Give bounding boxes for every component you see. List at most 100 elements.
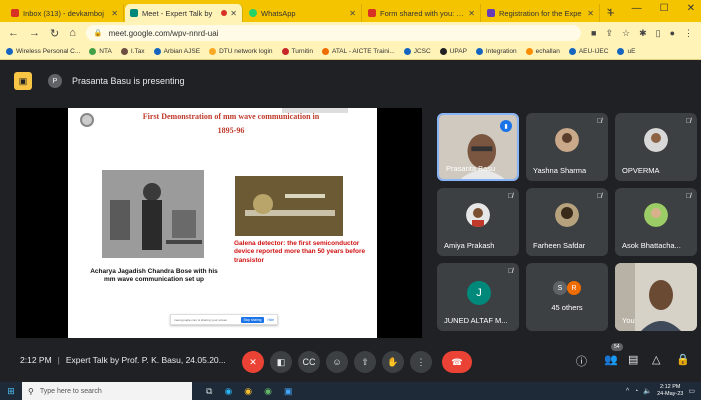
close-tab-icon[interactable]: ✕: [468, 9, 475, 18]
address-bar[interactable]: 🔒 meet.google.com/wpv-nnrd-uai: [85, 25, 581, 41]
reload-icon[interactable]: ↻: [50, 27, 59, 40]
close-window-icon[interactable]: ✕: [687, 3, 695, 14]
taskbar-clock[interactable]: 2:12 PM 24-May-23: [657, 384, 683, 397]
emoji-button[interactable]: ☺: [326, 351, 348, 373]
meeting-info: 2:12 PM | Expert Talk by Prof. P. K. Basu,…: [20, 355, 226, 365]
back-icon[interactable]: ←: [8, 27, 19, 39]
present-icon[interactable]: ▣: [14, 72, 32, 90]
bookmark-label: echallan: [535, 48, 560, 55]
close-tab-icon[interactable]: ✕: [111, 9, 118, 18]
bookmark-item[interactable]: Arbian AJSE: [153, 48, 200, 55]
close-tab-icon[interactable]: ✕: [349, 9, 356, 18]
more-options-button[interactable]: ⋮: [410, 351, 432, 373]
participant-tile[interactable]: 🎙̸ J JUNED ALTAF M...: [437, 263, 519, 331]
chrome-icon[interactable]: ◉: [244, 386, 252, 397]
bookmark-item[interactable]: echallan: [525, 48, 560, 55]
participant-tile[interactable]: ▮ Prasanta Basu: [437, 113, 519, 181]
avatar: R: [567, 281, 581, 295]
bookmark-icon: [6, 48, 13, 55]
bookmark-icon: [403, 48, 411, 55]
bookmarks-bar: Wireless Personal C... NTA I.Tax Arbian AJS…: [0, 44, 701, 60]
bookmark-label: NTA: [99, 48, 112, 55]
menu-icon[interactable]: ⋮: [684, 28, 693, 39]
chevron-up-icon[interactable]: ^: [626, 388, 629, 395]
chrome-profile-icon[interactable]: ◉: [264, 386, 272, 397]
notification-icon[interactable]: ▭: [688, 387, 695, 395]
bookmark-icon: [439, 48, 447, 55]
avatar: J: [467, 281, 491, 305]
task-view-icon[interactable]: ⧉: [206, 386, 212, 397]
recording-icon: [221, 10, 228, 16]
bookmark-item[interactable]: Wireless Personal C...: [6, 48, 80, 55]
profile-icon[interactable]: ●: [670, 28, 675, 39]
bookmark-item[interactable]: NTA: [89, 48, 112, 55]
self-tile[interactable]: You: [615, 263, 697, 331]
avatar: [644, 203, 668, 227]
avatar: [466, 203, 490, 227]
bookmark-label: DTU network login: [219, 48, 273, 55]
chevron-down-icon[interactable]: ⌄: [605, 3, 613, 14]
bookmark-item[interactable]: UPAP: [439, 48, 467, 55]
tab-gmail[interactable]: Inbox (313) - devkamboj ✕: [6, 4, 124, 22]
hide-button[interactable]: Hide: [267, 318, 274, 322]
minimize-icon[interactable]: —: [632, 3, 642, 14]
url-text: meet.google.com/wpv-nnrd-uai: [108, 28, 219, 38]
bookmark-icon: [120, 48, 128, 55]
tab-meet[interactable]: Meet - Expert Talk by ✕: [125, 4, 243, 22]
participant-tile[interactable]: 🎙̸ OPVERMA: [615, 113, 697, 181]
participant-name: You: [622, 316, 635, 325]
forward-icon[interactable]: →: [29, 27, 40, 39]
camera-toggle-button[interactable]: ◧: [270, 351, 292, 373]
bookmark-item[interactable]: uE: [617, 48, 635, 55]
people-icon[interactable]: 👥: [604, 353, 618, 366]
tab-whatsapp[interactable]: WhatsApp ✕: [244, 4, 362, 22]
volume-icon[interactable]: 🔈: [643, 387, 652, 395]
windows-start-icon[interactable]: ⊞: [0, 382, 22, 400]
star-icon[interactable]: ☆: [622, 28, 630, 39]
captions-button[interactable]: CC: [298, 351, 320, 373]
raise-hand-button[interactable]: ✋: [382, 351, 404, 373]
info-icon[interactable]: ⓘ: [576, 353, 587, 369]
home-icon[interactable]: ⌂: [69, 27, 76, 39]
bookmark-item[interactable]: ATAL - AICTE Traini...: [321, 48, 395, 55]
network-icon[interactable]: ◔: [634, 388, 638, 395]
bookmark-item[interactable]: JCSC: [403, 48, 431, 55]
leave-call-button[interactable]: ☎: [442, 351, 472, 373]
bookmark-item[interactable]: Integration: [475, 48, 517, 55]
bookmark-item[interactable]: DTU network login: [209, 48, 273, 55]
activities-icon[interactable]: △: [652, 353, 660, 366]
stop-sharing-button[interactable]: Stop sharing: [240, 316, 265, 323]
taskbar-search[interactable]: ⚲ Type here to search: [22, 382, 192, 400]
window-controls: ⌄ — ☐ ✕: [605, 3, 695, 14]
bookmark-icon: [617, 48, 625, 55]
bookmark-icon: [321, 48, 329, 55]
mic-toggle-button[interactable]: ✕: [242, 351, 264, 373]
maximize-icon[interactable]: ☐: [660, 3, 669, 14]
bookmark-item[interactable]: AEU-IJEC: [568, 48, 608, 55]
participant-tile[interactable]: 🎙̸ Asok Bhattacha...: [615, 188, 697, 256]
bookmark-item[interactable]: Turnitin: [281, 48, 313, 55]
tab-registration[interactable]: Registration for the Expe ✕: [482, 4, 600, 22]
participant-name: OPVERMA: [622, 166, 660, 175]
sidepanel-icon[interactable]: ▯: [656, 28, 661, 39]
extensions-icon[interactable]: ✱: [639, 28, 647, 39]
word-icon[interactable]: ▣: [284, 386, 293, 397]
participant-tile[interactable]: 🎙̸ Yashna Sharma: [526, 113, 608, 181]
share-icon[interactable]: ⇪: [605, 28, 613, 39]
bookmark-item[interactable]: I.Tax: [120, 48, 145, 55]
close-tab-icon[interactable]: ✕: [587, 9, 594, 18]
host-controls-icon[interactable]: 🔒: [676, 353, 690, 366]
mic-off-icon: 🎙̸: [507, 193, 513, 200]
galena-detector-photo: [235, 176, 343, 236]
participant-tile[interactable]: 🎙̸ Farheen Safdar: [526, 188, 608, 256]
bookmark-icon: [568, 48, 576, 55]
edge-icon[interactable]: ◉: [224, 386, 232, 397]
chat-icon[interactable]: ▤: [628, 353, 638, 366]
close-tab-icon[interactable]: ✕: [230, 9, 237, 18]
tab-form[interactable]: Form shared with you: Re ✕: [363, 4, 481, 22]
camera-icon[interactable]: ■: [591, 28, 596, 39]
participant-count-badge: 54: [611, 343, 623, 351]
participant-tile[interactable]: 🎙̸ Amiya Prakash: [437, 188, 519, 256]
others-tile[interactable]: S R 45 others: [526, 263, 608, 331]
present-button[interactable]: ⇧: [354, 351, 376, 373]
